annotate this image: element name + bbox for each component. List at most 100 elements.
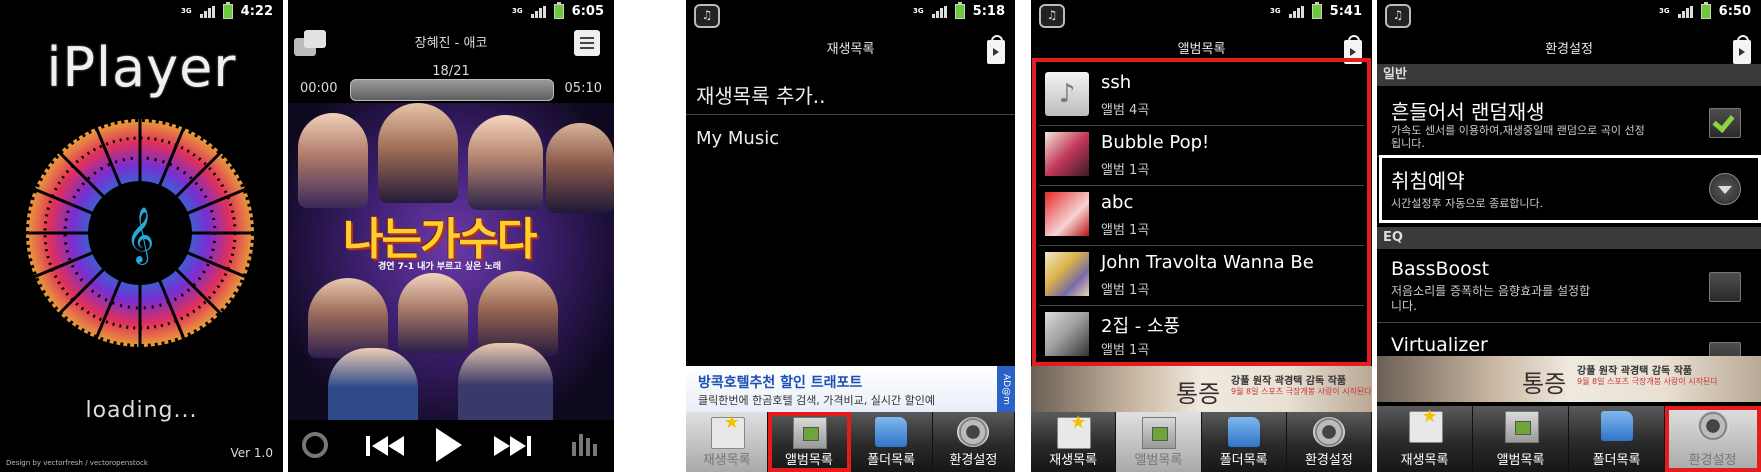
nav-playlist[interactable]: 재생목록 [1031, 412, 1117, 472]
seek-bar[interactable] [350, 79, 554, 101]
shake-checkbox[interactable] [1709, 108, 1741, 138]
list-item-label: 재생목록 추가.. [696, 84, 826, 108]
repeat-icon[interactable] [302, 432, 328, 458]
nav-settings[interactable]: 환경설정 [1287, 412, 1372, 472]
previous-icon[interactable] [366, 434, 406, 458]
nav-playlist[interactable]: 재생목록 [686, 412, 769, 472]
store-bag-icon[interactable] [1733, 35, 1751, 64]
playlist-screen: ♫ 3G 5:18 재생목록 재생목록 추가.. My Music 방콕호텔추천… [686, 0, 1015, 472]
setting-title: 취침예약 [1391, 169, 1465, 193]
album-row[interactable]: abc 앨범 1곡 [1039, 186, 1364, 246]
nav-album[interactable]: 앨범목록 [768, 412, 851, 472]
setting-title: BassBoost [1391, 258, 1490, 280]
settings-screen: ♫ 3G 6:50 환경설정 일반 흔들어서 랜덤재생 가속도 센서를 이용하여… [1377, 0, 1761, 472]
movie-release: 9월 8일 스포츠 극장개봉 사랑이 시작된다 [1577, 377, 1718, 386]
album-name: 2집 - 소풍 [1101, 316, 1181, 337]
nav-label: 환경설정 [1304, 453, 1353, 468]
nav-settings[interactable]: 환경설정 [933, 412, 1015, 472]
credit-text: Design by vectorfresh / vectoropenstock [6, 459, 148, 467]
album-thumbnail [1045, 192, 1089, 236]
performer-figure [308, 278, 388, 358]
ad-tag: AD@m [997, 366, 1015, 412]
playlist-icon [710, 412, 745, 449]
gear-icon [1696, 411, 1729, 441]
show-logo: 나는가수다 [343, 214, 537, 265]
album-thumbnail: ♪ [1045, 72, 1089, 116]
nav-album[interactable]: 앨범목록 [1473, 406, 1569, 472]
network-icon: 3G [913, 7, 924, 15]
ad-headline: 방콕호텔추천 할인 트래포트 [698, 375, 863, 391]
album-row[interactable]: 2집 - 소풍 앨범 1곡 [1039, 306, 1364, 363]
folder-icon [875, 417, 908, 447]
status-bar: ♫ 3G 5:41 [1031, 0, 1372, 28]
screen-title: 앨범목록 [1177, 42, 1226, 57]
album-thumbnail [1045, 132, 1089, 176]
time-elapsed: 00:00 [300, 81, 338, 96]
album-row[interactable]: ♪ ssh 앨범 4곡 [1039, 66, 1364, 126]
music-app-icon: ♫ [1039, 4, 1065, 28]
ad-banner[interactable]: 방콕호텔추천 할인 트래포트 클릭한번에 한곰호텔 검색, 가격비교, 실시간 … [686, 366, 1015, 412]
nav-label: 재생목록 [1049, 453, 1098, 468]
movie-credit: 강풀 원작 곽경택 감독 작품 [1231, 376, 1347, 387]
network-icon: 3G [181, 7, 192, 15]
setting-shake-random[interactable]: 흔들어서 랜덤재생 가속도 센서를 이용하여,재생중일때 랜덤으로 곡이 선정됩… [1377, 88, 1761, 157]
playback-controls [288, 420, 614, 472]
next-icon[interactable] [494, 434, 534, 458]
album-thumbnail [1045, 312, 1089, 356]
ad-body: 클릭한번에 한곰호텔 검색, 가격비교, 실시간 할인예 [698, 394, 935, 407]
network-icon: 3G [512, 7, 523, 15]
performer-figure [378, 103, 458, 203]
version-text: Ver 1.0 [230, 446, 274, 460]
clock: 6:50 [1718, 4, 1751, 19]
dropdown-icon[interactable] [1709, 173, 1741, 205]
bassboost-checkbox[interactable] [1709, 272, 1741, 302]
setting-bassboost[interactable]: BassBoost 저음소리를 증폭하는 음향효과를 설정합니다. [1377, 252, 1761, 323]
store-bag-icon[interactable] [1344, 35, 1362, 64]
album-name: ssh [1101, 72, 1132, 93]
setting-title: Virtualizer [1391, 334, 1488, 356]
performer-figure [468, 115, 543, 210]
album-count: 앨범 1곡 [1101, 163, 1150, 178]
nav-album[interactable]: 앨범목록 [1116, 412, 1202, 472]
album-name: Bubble Pop! [1101, 132, 1210, 153]
setting-sleep-timer[interactable]: 취침예약 시간설정후 자동으로 종료합니다. [1377, 157, 1761, 221]
signal-icon [530, 5, 546, 18]
folder-icon [1600, 411, 1633, 441]
list-item[interactable]: 재생목록 추가.. [686, 72, 1015, 115]
battery-icon [553, 2, 564, 19]
time-total: 05:10 [564, 81, 602, 96]
now-playing-screen: 3G 6:05 장혜진 - 애코 18/21 00:00 05:10 나는가수다… [288, 0, 614, 472]
status-bar: 3G 4:22 [0, 0, 283, 26]
album-name: John Travolta Wanna Be [1101, 252, 1314, 273]
menu-list-icon[interactable] [574, 30, 600, 56]
battery-icon [1311, 2, 1322, 19]
nav-folder[interactable]: 폴더목록 [851, 412, 933, 472]
album-row[interactable]: Bubble Pop! 앨범 1곡 [1039, 126, 1364, 186]
clock: 5:18 [972, 4, 1005, 19]
movie-ad-banner[interactable]: 통증 강풀 원작 곽경택 감독 작품 9월 8일 스포츠 극장개봉 사랑이 시작… [1031, 366, 1372, 412]
status-bar: ♫ 3G 5:18 [686, 0, 1015, 28]
battery-icon [954, 2, 965, 19]
movie-title: 통증 [1522, 370, 1567, 398]
nav-settings[interactable]: 환경설정 [1665, 406, 1761, 472]
section-header-general: 일반 [1377, 64, 1761, 86]
clock: 6:05 [571, 4, 604, 19]
network-icon: 3G [1659, 7, 1670, 15]
track-position: 18/21 [432, 64, 470, 79]
movie-credit: 강풀 원작 곽경택 감독 작품 [1577, 366, 1693, 377]
list-item[interactable]: My Music [686, 118, 1015, 160]
album-row[interactable]: John Travolta Wanna Be 앨범 1곡 [1039, 246, 1364, 306]
nav-label: 앨범목록 [784, 453, 833, 468]
nav-label: 재생목록 [1400, 453, 1449, 468]
nav-folder[interactable]: 폴더목록 [1202, 412, 1287, 472]
nav-playlist[interactable]: 재생목록 [1377, 406, 1473, 472]
store-bag-icon[interactable] [987, 35, 1005, 64]
check-mark-icon [1712, 110, 1735, 133]
play-icon[interactable] [436, 428, 462, 462]
playlist-icon [1057, 412, 1092, 449]
setting-title: 흔들어서 랜덤재생 [1391, 100, 1545, 124]
bottom-navigation: 재생목록 앨범목록 폴더목록 환경설정 [1377, 406, 1761, 472]
movie-ad-banner[interactable]: 통증 강풀 원작 곽경택 감독 작품 9월 8일 스포츠 극장개봉 사랑이 시작… [1377, 356, 1761, 402]
nav-folder[interactable]: 폴더목록 [1569, 406, 1665, 472]
equalizer-icon[interactable] [570, 432, 600, 460]
